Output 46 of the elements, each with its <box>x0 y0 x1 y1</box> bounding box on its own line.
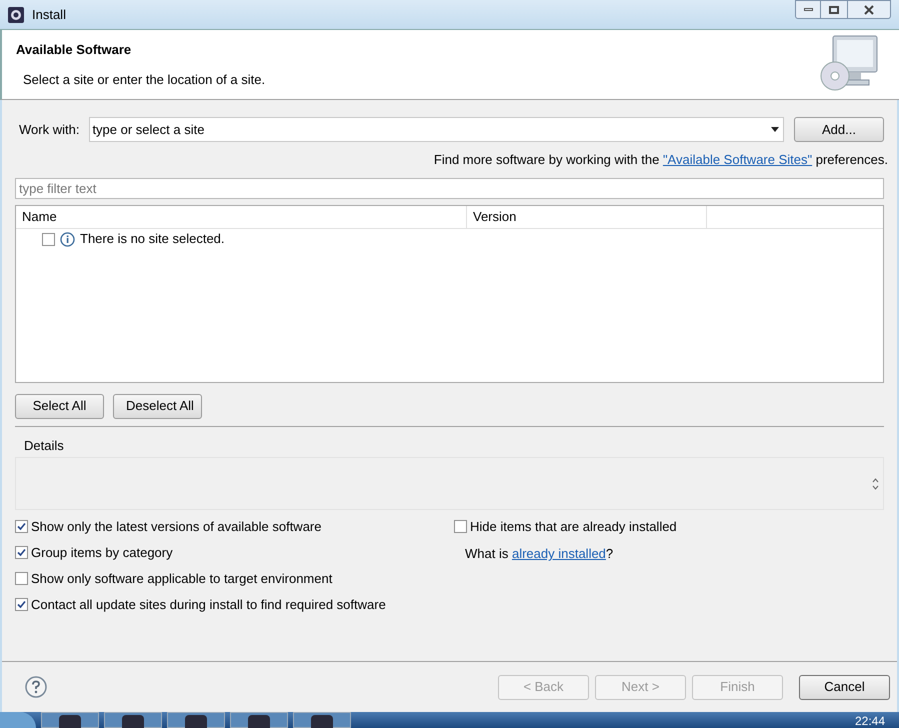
select-button[interactable]: Select All <box>15 394 104 418</box>
header-title: Available Software <box>16 41 132 59</box>
help-icon[interactable] <box>25 676 47 698</box>
taskbar-app-icon[interactable] <box>293 712 351 728</box>
wizard-button[interactable]: Cancel <box>799 674 890 700</box>
close-icon <box>863 4 875 14</box>
details-label: Details <box>24 436 65 454</box>
table-cell-text: There is no site selected. <box>80 230 225 248</box>
option-label: Show only software applicable to target environment <box>31 570 332 588</box>
filter-field[interactable]: type filter text <box>15 178 884 198</box>
add-button[interactable]: Add... <box>794 117 884 142</box>
start-button[interactable] <box>0 712 36 728</box>
checkbox[interactable] <box>42 232 55 246</box>
dropdown-arrow-icon[interactable] <box>771 127 779 132</box>
checkbox[interactable] <box>15 572 28 585</box>
checkbox[interactable] <box>15 546 28 559</box>
monitor-cd-icon <box>819 34 879 92</box>
taskbar-app-icon[interactable] <box>104 712 162 728</box>
minimize-button[interactable] <box>795 0 821 19</box>
site-combo-field[interactable]: type or select a site <box>89 117 784 142</box>
taskbar-app-icon[interactable] <box>230 712 288 728</box>
taskbar-app-icon[interactable] <box>167 712 225 728</box>
option-label: Show only the latest versions of available software <box>31 518 322 536</box>
maximize-button[interactable] <box>821 0 847 19</box>
option-label: Hide items that are already installed <box>470 518 677 536</box>
window-title: Install <box>32 6 66 24</box>
info-icon <box>60 232 75 246</box>
spinner-icon[interactable] <box>872 478 879 490</box>
option-label: Group items by category <box>31 544 173 562</box>
find-more-text: Find more software by working with the "Available Software Sites" preferences. <box>434 151 888 169</box>
header-subtitle: Select a site or enter the location of a site. <box>23 70 266 88</box>
checkbox[interactable] <box>454 520 467 533</box>
already-installed-link[interactable]: already installed <box>512 546 606 561</box>
column-header[interactable]: Name <box>16 206 467 228</box>
taskbar-app-icon[interactable] <box>41 712 99 728</box>
what-is-text: What is already installed? <box>465 545 614 561</box>
work-with-label: Work with: <box>19 120 80 139</box>
close-button[interactable] <box>847 0 891 19</box>
available-software-sites-link[interactable]: "Available Software Sites" <box>662 152 812 167</box>
option-label: Contact all update sites during install to find required software <box>31 596 386 614</box>
checkbox[interactable] <box>15 598 28 611</box>
checkbox[interactable] <box>15 520 28 533</box>
taskbar-clock: 22:44 <box>854 713 885 728</box>
select-button[interactable]: Deselect All <box>113 394 202 418</box>
app-icon <box>8 6 24 22</box>
column-header[interactable]: Version <box>467 206 707 228</box>
